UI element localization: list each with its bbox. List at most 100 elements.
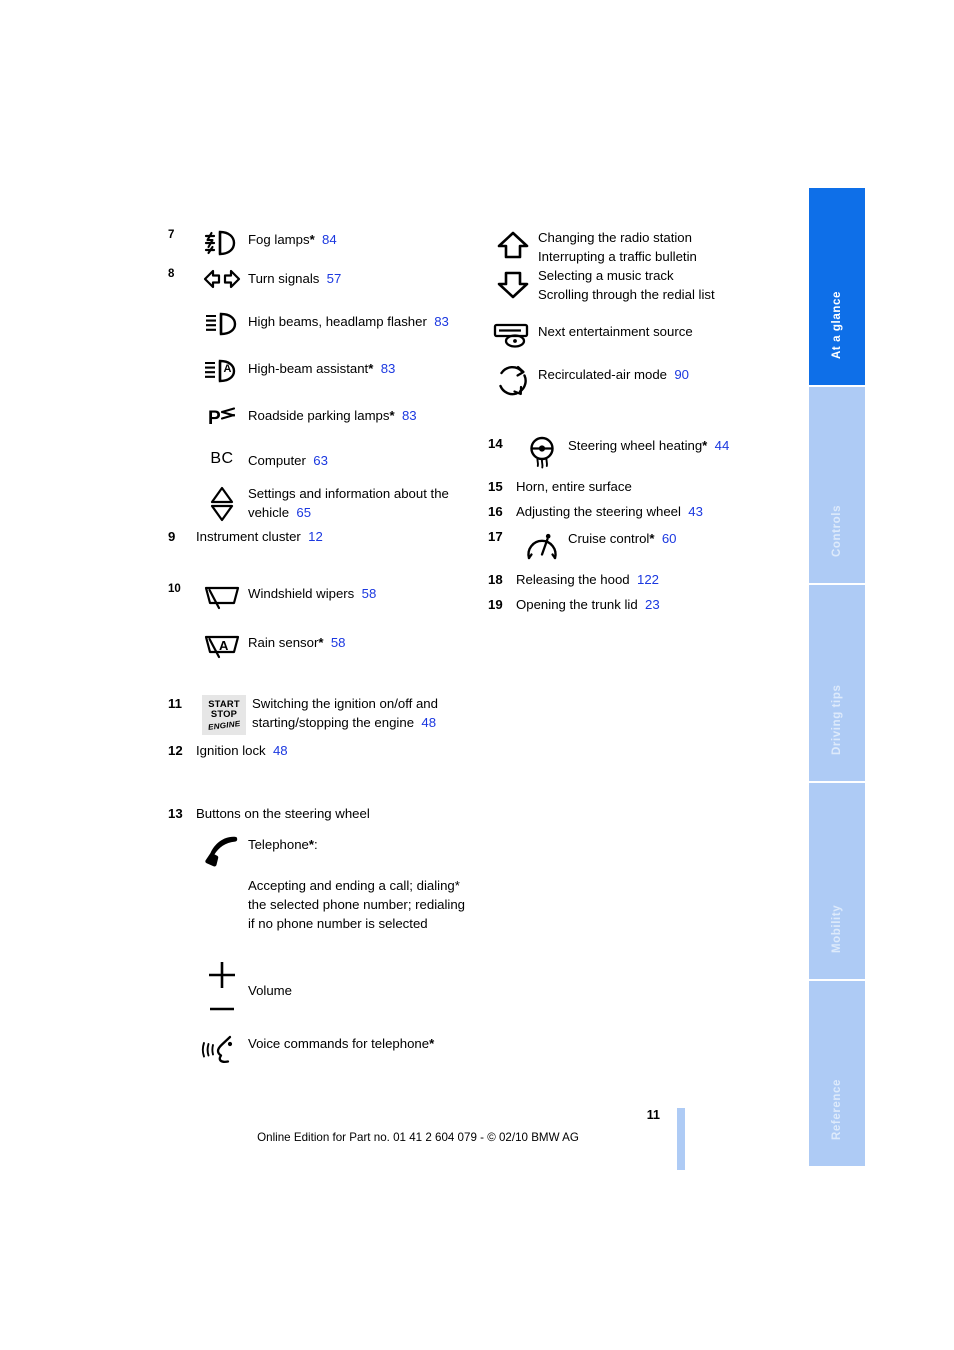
page-reference[interactable]: 44	[715, 438, 730, 453]
start-stop-engine-icon: START STOP ENGINE	[196, 694, 252, 735]
list-item-text: Ignition lock 48	[196, 741, 473, 760]
list-item-text: High-beam assistant* 83	[248, 357, 473, 378]
arrow-function-line: Changing the radio station	[538, 230, 692, 245]
list-item-volume: Volume	[168, 957, 473, 1018]
optional-star: *	[429, 1036, 435, 1051]
footer-note: Online Edition for Part no. 01 41 2 604 …	[257, 1131, 579, 1144]
list-item-label: Windshield wipers	[248, 586, 355, 601]
arrow-function-line: Scrolling through the redial list	[538, 287, 715, 302]
item-number: 18	[488, 572, 503, 587]
turn-signals-icon	[196, 267, 248, 290]
section-tab-strip: At a glance Controls Driving tips Mobili…	[809, 188, 865, 1168]
page-reference[interactable]: 57	[327, 271, 342, 286]
sidebar-item-driving-tips[interactable]: Driving tips	[809, 585, 865, 781]
list-item-settings-information: Settings and information about the vehic…	[168, 484, 473, 523]
arrow-function-line: Selecting a music track	[538, 268, 674, 283]
list-item-label: High-beam assistant	[248, 361, 369, 376]
page-reference[interactable]: 65	[296, 505, 311, 520]
list-item-label: Recirculated-air mode	[538, 367, 667, 382]
optional-star: *	[649, 531, 655, 546]
item-number: 15	[488, 479, 503, 494]
high-beam-assistant-icon: A	[196, 357, 248, 384]
page-reference[interactable]: 48	[421, 715, 436, 730]
item-number: 17	[488, 529, 503, 544]
list-item-turn-signals: 8 Turn signals 57	[168, 267, 473, 290]
page-reference[interactable]: 83	[402, 408, 417, 423]
entertainment-source-icon	[488, 320, 538, 349]
svg-text:P: P	[208, 408, 221, 429]
icon-spacer	[196, 876, 248, 877]
rain-sensor-icon: A	[196, 631, 248, 662]
arrow-up-icon	[497, 231, 529, 259]
page-reference[interactable]: 48	[273, 743, 288, 758]
arrow-functions-text: Changing the radio station Interrupting …	[538, 228, 788, 304]
engine-label: ENGINE	[207, 719, 241, 732]
telephone-description-row: Accepting and ending a call; dialing* th…	[168, 876, 473, 933]
sidebar-item-label: Mobility	[831, 904, 843, 953]
page-reference[interactable]: 122	[637, 572, 659, 587]
page-reference[interactable]: 60	[662, 531, 677, 546]
left-content-column: 7 Fog lamps* 84 8 Turn signals 57 High b…	[168, 228, 473, 1065]
optional-star: *	[702, 438, 708, 453]
stop-label: STOP	[210, 708, 238, 720]
optional-star: *	[389, 408, 395, 423]
recirculated-air-icon	[488, 363, 538, 398]
page-reference[interactable]: 90	[674, 367, 689, 382]
list-item-steering-wheel-heating: 14 Steering wheel heating* 44	[488, 434, 788, 471]
list-item-computer: BC Computer 63	[168, 449, 473, 470]
windshield-wiper-icon	[196, 582, 248, 613]
steering-wheel-heating-icon	[516, 434, 568, 471]
sidebar-item-label: Reference	[831, 1078, 843, 1140]
page-reference[interactable]: 83	[434, 314, 449, 329]
list-item-label: Steering wheel heating	[568, 438, 703, 453]
roadside-parking-lamps-icon: P	[196, 404, 248, 429]
list-item-releasing-hood: 18 Releasing the hood 122	[488, 570, 788, 589]
sidebar-item-label: Controls	[831, 504, 843, 557]
list-item-windshield-wipers: 10 Windshield wipers 58	[168, 582, 473, 613]
bc-icon-text: BC	[210, 450, 234, 467]
list-item-text: Cruise control* 60	[568, 527, 788, 548]
list-item-text: Steering wheel heating* 44	[568, 434, 788, 455]
settings-up-down-icon	[196, 484, 248, 523]
list-item-label: Computer	[248, 453, 306, 468]
sidebar-item-label: At a glance	[831, 291, 843, 359]
page-reference[interactable]: 58	[362, 586, 377, 601]
list-item-label: Horn, entire surface	[516, 479, 632, 494]
page-reference[interactable]: 84	[322, 232, 337, 247]
page-reference[interactable]: 83	[381, 361, 396, 376]
list-item-high-beam-assistant: A High-beam assistant* 83	[168, 357, 473, 384]
telephone-description: Accepting and ending a call; dialing* th…	[248, 878, 466, 931]
page-reference[interactable]: 63	[313, 453, 328, 468]
list-item-text: Instrument cluster 12	[196, 527, 473, 546]
list-item-label: Turn signals	[248, 271, 320, 286]
list-item-text: Settings and information about the vehic…	[248, 484, 473, 522]
sidebar-item-reference[interactable]: Reference	[809, 981, 865, 1166]
sidebar-item-controls[interactable]: Controls	[809, 387, 865, 583]
list-item-voice-commands: Voice commands for telephone*	[168, 1032, 473, 1065]
list-item-label: Cruise control	[568, 531, 650, 546]
page-reference[interactable]: 58	[331, 635, 346, 650]
item-number: 19	[488, 597, 503, 612]
telephone-handset-icon	[196, 833, 248, 868]
list-item-label: Rain sensor	[248, 635, 319, 650]
sidebar-item-label: Driving tips	[831, 684, 843, 755]
list-item-label: Fog lamps	[248, 232, 310, 247]
list-item-label: Volume	[248, 983, 292, 998]
page-reference[interactable]: 23	[645, 597, 660, 612]
list-item-label: Opening the trunk lid	[516, 597, 638, 612]
list-item-adjusting-steering-wheel: 16 Adjusting the steering wheel 43	[488, 502, 788, 521]
list-item-label: Ignition lock	[196, 743, 266, 758]
list-item-text: Opening the trunk lid 23	[516, 595, 788, 614]
list-item-instrument-cluster: 9 Instrument cluster 12	[168, 527, 473, 546]
list-item-cruise-control: 17 Cruise control* 60	[488, 527, 788, 564]
page-reference[interactable]: 43	[688, 504, 703, 519]
list-item-fog-lamps: 7 Fog lamps* 84	[168, 228, 473, 257]
page-reference[interactable]: 12	[308, 529, 323, 544]
list-item-text: Recirculated-air mode 90	[538, 363, 788, 384]
sidebar-item-at-a-glance[interactable]: At a glance	[809, 188, 865, 385]
sidebar-item-mobility[interactable]: Mobility	[809, 783, 865, 979]
item-number: 16	[488, 504, 503, 519]
list-item-text: High beams, headlamp flasher 83	[248, 310, 473, 331]
list-item-label: High beams, headlamp flasher	[248, 314, 427, 329]
list-item-text: Computer 63	[248, 449, 473, 470]
